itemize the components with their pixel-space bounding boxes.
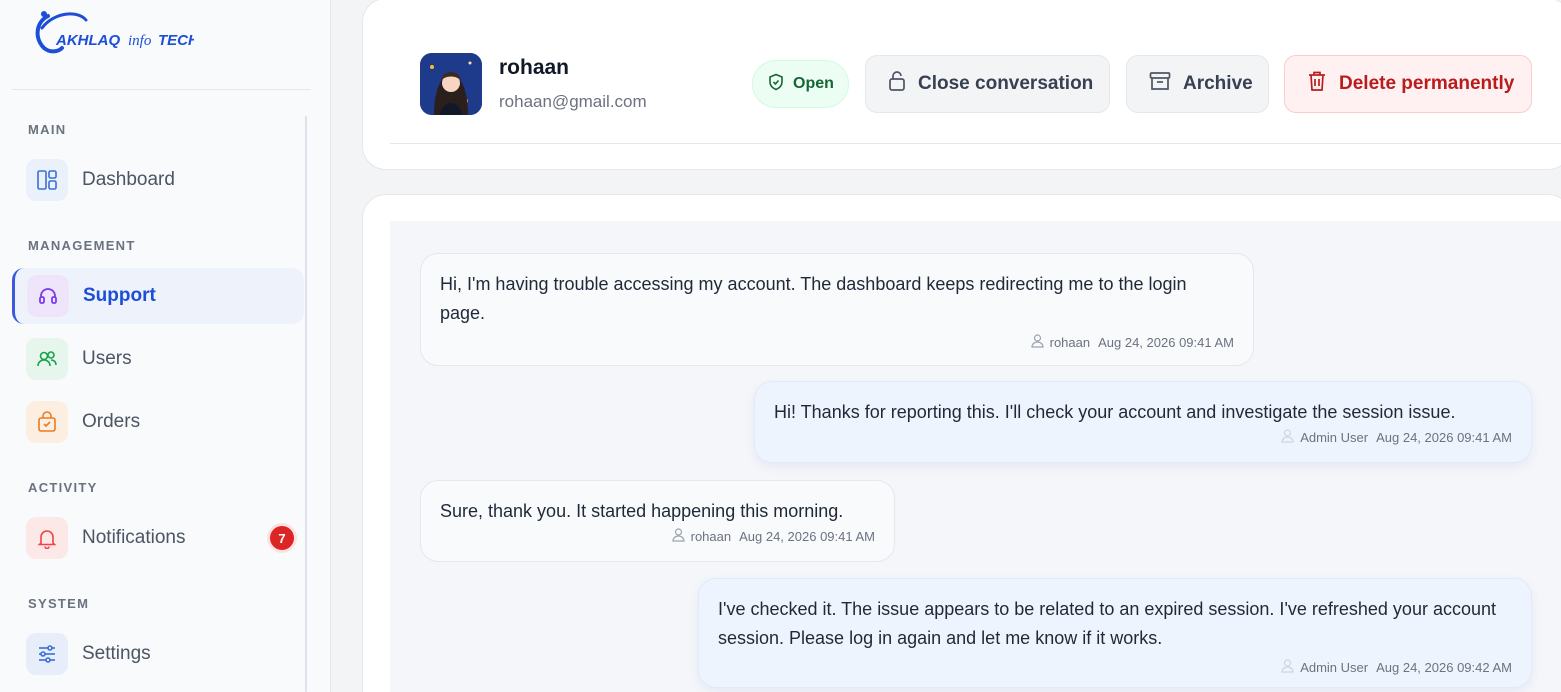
- headset-icon: [27, 275, 69, 317]
- delete-permanently-button[interactable]: Delete permanently: [1284, 55, 1532, 113]
- message-admin: Hi! Thanks for reporting this. I'll chec…: [754, 381, 1532, 463]
- message-user: Hi, I'm having trouble accessing my acco…: [420, 253, 1254, 366]
- message-text: Hi! Thanks for reporting this. I'll chec…: [774, 402, 1456, 422]
- message-text: Hi, I'm having trouble accessing my acco…: [440, 274, 1187, 323]
- message-meta: rohaan Aug 24, 2026 09:41 AM: [440, 528, 875, 546]
- shopping-bag-icon: [26, 401, 68, 443]
- message-text: Sure, thank you. It started happening th…: [440, 501, 844, 521]
- status-label: Open: [793, 75, 834, 92]
- delete-label: Delete permanently: [1339, 73, 1515, 94]
- message-sender: rohaan: [690, 529, 732, 544]
- archive-icon: [1149, 71, 1171, 97]
- message-admin: I've checked it. The issue appears to be…: [698, 578, 1532, 688]
- user-email: rohaan@gmail.com: [499, 92, 647, 111]
- users-icon: [26, 338, 68, 380]
- user-icon: [1281, 659, 1294, 677]
- message-sender: Admin User: [1300, 660, 1369, 675]
- message-meta: Admin User Aug 24, 2026 09:41 AM: [774, 429, 1512, 447]
- svg-text:info: info: [128, 33, 152, 49]
- sidebar-item-support[interactable]: Support: [12, 268, 304, 324]
- message-sender: rohaan: [1049, 335, 1091, 350]
- svg-text:AKHLAQ: AKHLAQ: [55, 32, 120, 49]
- message-time: Aug 24, 2026 09:41 AM: [739, 529, 875, 544]
- header-divider: [390, 143, 1561, 144]
- user-name: rohaan: [499, 56, 570, 79]
- user-icon: [1281, 429, 1294, 447]
- status-badge: Open: [752, 60, 849, 108]
- user-icon: [672, 528, 685, 546]
- trash-icon: [1307, 70, 1327, 98]
- message-time: Aug 24, 2026 09:41 AM: [1376, 430, 1512, 445]
- layout-icon: [26, 159, 68, 201]
- brand-logo[interactable]: AKHLAQ info TECH: [34, 8, 200, 58]
- close-conversation-label: Close conversation: [918, 73, 1094, 94]
- sidebar-item-label: Orders: [82, 411, 141, 432]
- shield-check-icon: [767, 73, 785, 96]
- message-time: Aug 24, 2026 09:42 AM: [1376, 660, 1512, 675]
- message-text: I've checked it. The issue appears to be…: [718, 599, 1496, 648]
- sidebar-item-label: Support: [83, 285, 156, 306]
- svg-text:TECH: TECH: [158, 32, 194, 49]
- sidebar-item-settings[interactable]: Settings: [14, 626, 306, 682]
- sidebar-item-dashboard[interactable]: Dashboard: [14, 152, 306, 208]
- message-time: Aug 24, 2026 09:41 AM: [1098, 335, 1234, 350]
- sidebar-item-orders[interactable]: Orders: [14, 394, 306, 450]
- sidebar-item-label: Dashboard: [82, 169, 175, 190]
- close-conversation-button[interactable]: Close conversation: [865, 55, 1110, 113]
- archive-button[interactable]: Archive: [1126, 55, 1269, 113]
- sidebar-item-label: Notifications: [82, 527, 186, 548]
- bell-icon: [26, 517, 68, 559]
- sidebar: AKHLAQ info TECH MAIN Dashboard MANAGEME…: [0, 0, 331, 692]
- section-label-system: SYSTEM: [28, 596, 90, 611]
- section-label-management: MANAGEMENT: [28, 238, 136, 253]
- sidebar-item-label: Users: [82, 348, 132, 369]
- user-icon: [1031, 334, 1044, 352]
- archive-label: Archive: [1183, 73, 1253, 94]
- sidebar-item-label: Settings: [82, 643, 151, 664]
- sidebar-item-users[interactable]: Users: [14, 331, 306, 387]
- message-meta: rohaan Aug 24, 2026 09:41 AM: [440, 334, 1234, 352]
- notification-count-badge: 7: [270, 526, 294, 550]
- logo-divider: [12, 89, 311, 90]
- avatar: [420, 53, 482, 115]
- section-label-main: MAIN: [28, 122, 67, 137]
- message-sender: Admin User: [1300, 430, 1369, 445]
- sliders-icon: [26, 633, 68, 675]
- sidebar-item-notifications[interactable]: Notifications 7: [14, 510, 306, 566]
- message-meta: Admin User Aug 24, 2026 09:42 AM: [718, 659, 1512, 677]
- lock-icon: [888, 70, 906, 98]
- message-user: Sure, thank you. It started happening th…: [420, 480, 895, 562]
- section-label-activity: ACTIVITY: [28, 480, 98, 495]
